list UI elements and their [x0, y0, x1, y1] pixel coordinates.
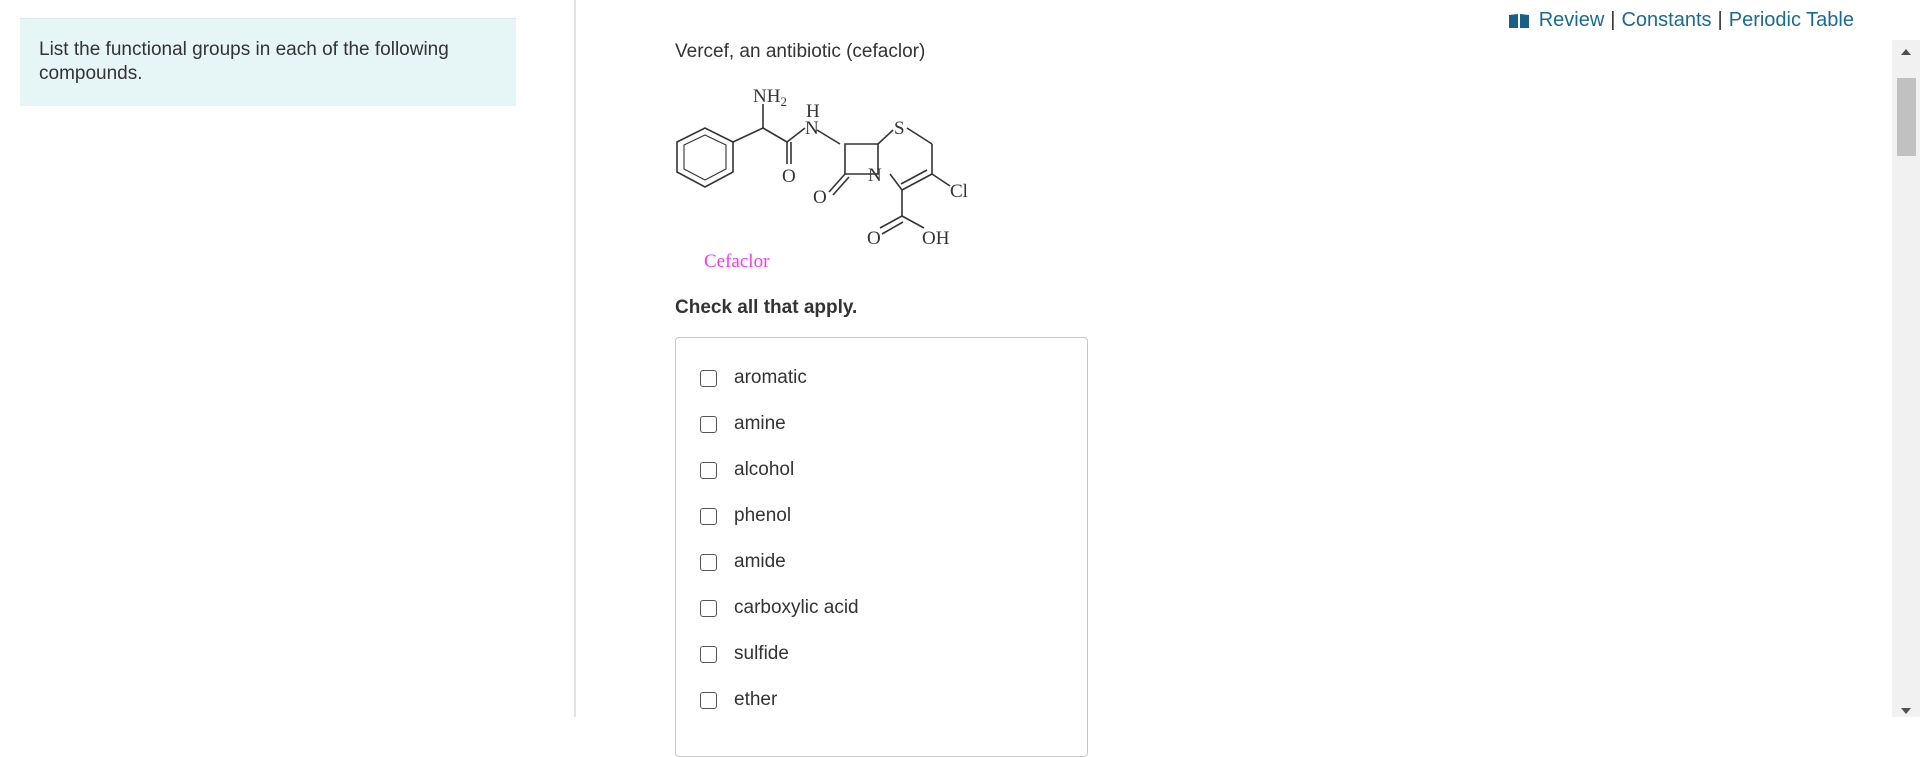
checkbox[interactable] — [700, 645, 717, 663]
link-separator: | — [1717, 9, 1723, 31]
choice-amide[interactable]: amide — [700, 550, 786, 574]
molecule-name: Cefaclor — [704, 251, 770, 272]
ring-n-label: N — [868, 165, 882, 186]
checkbox[interactable] — [700, 507, 717, 525]
checkbox[interactable] — [700, 415, 717, 433]
constants-link[interactable]: Constants — [1621, 9, 1711, 32]
choice-label: aromatic — [734, 367, 807, 388]
instructions-panel: List the functional groups in each of th… — [0, 0, 574, 717]
choice-carboxylic-acid[interactable]: carboxylic acid — [700, 596, 859, 620]
checkbox[interactable] — [700, 553, 717, 571]
periodic-table-link[interactable]: Periodic Table — [1729, 9, 1854, 32]
choices-box: aromatic amine alcohol phenol amide carb… — [675, 337, 1088, 757]
nh2-label: NH — [753, 86, 781, 107]
choice-aromatic[interactable]: aromatic — [700, 366, 807, 390]
question-title: Vercef, an antibiotic (cefaclor) — [675, 41, 926, 62]
checkbox[interactable] — [700, 461, 717, 479]
book-icon — [1508, 13, 1529, 28]
amide-o-label: O — [782, 166, 796, 187]
vertical-scrollbar[interactable] — [1892, 40, 1920, 717]
link-separator: | — [1610, 9, 1616, 31]
choice-ether[interactable]: ether — [700, 688, 777, 712]
choice-alcohol[interactable]: alcohol — [700, 458, 794, 482]
scrollbar-thumb[interactable] — [1897, 78, 1916, 156]
scroll-down-arrow-icon[interactable] — [1901, 708, 1911, 714]
nh2-subscript: 2 — [780, 94, 787, 109]
acid-oh-label: OH — [922, 228, 950, 249]
choice-label: carboxylic acid — [734, 597, 859, 618]
checkbox[interactable] — [700, 691, 717, 709]
choice-label: amide — [734, 551, 786, 572]
instructions-text: List the functional groups in each of th… — [20, 18, 516, 106]
amide-n-label: N — [805, 118, 819, 139]
checkbox[interactable] — [700, 599, 717, 617]
choice-label: phenol — [734, 505, 792, 526]
cefaclor-structure: NH2 H N O S N O Cl O OH Cefaclor — [676, 86, 968, 272]
resource-links: Review | Constants | Periodic Table — [1508, 9, 1854, 32]
scroll-up-arrow-icon[interactable] — [1901, 49, 1911, 55]
acid-o-label: O — [867, 228, 881, 249]
benzene-ring — [676, 127, 734, 188]
svg-text:NH2: NH2 — [753, 86, 787, 109]
check-all-note: Check all that apply. — [675, 297, 858, 318]
choice-amine[interactable]: amine — [700, 412, 786, 436]
sulfur-label: S — [894, 118, 905, 139]
chlorine-label: Cl — [950, 181, 968, 202]
choice-label: amine — [734, 413, 786, 434]
checkbox[interactable] — [700, 369, 717, 387]
choice-label: sulfide — [734, 643, 789, 664]
choice-sulfide[interactable]: sulfide — [700, 642, 789, 666]
choice-label: ether — [734, 689, 778, 710]
lactam-o-label: O — [813, 187, 827, 208]
review-link[interactable]: Review — [1539, 9, 1605, 32]
choice-label: alcohol — [734, 459, 795, 480]
choice-phenol[interactable]: phenol — [700, 504, 791, 528]
panel-divider — [574, 0, 576, 717]
